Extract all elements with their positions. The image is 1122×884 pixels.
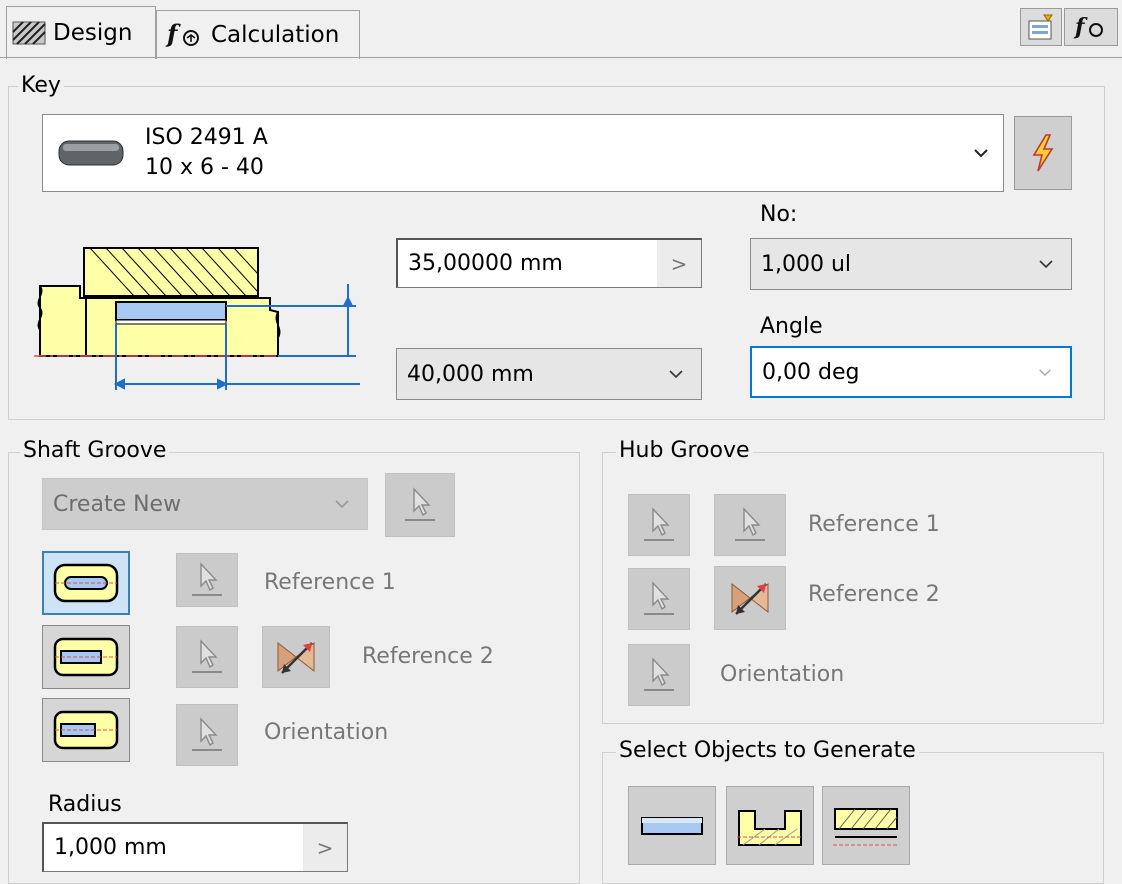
cursor-select-icon bbox=[192, 717, 222, 751]
groove-rounded-icon bbox=[53, 563, 119, 603]
tab-calculation-label: Calculation bbox=[211, 22, 340, 48]
svg-text:f: f bbox=[1073, 14, 1088, 40]
chevron-down-icon bbox=[1020, 368, 1070, 377]
radius-value: 1,000 mm bbox=[54, 835, 167, 860]
chevron-down-icon bbox=[1021, 259, 1071, 269]
cursor-select-icon bbox=[644, 507, 674, 541]
function-icon: f bbox=[165, 19, 199, 48]
auto-select-button[interactable] bbox=[1014, 116, 1072, 190]
settings-button[interactable] bbox=[1020, 8, 1062, 46]
cursor-select-icon bbox=[644, 657, 674, 691]
groove-type-flat-button[interactable] bbox=[42, 698, 130, 762]
generate-shaft-groove-button[interactable] bbox=[726, 786, 814, 865]
tab-divider bbox=[0, 57, 1122, 58]
generate-key-button[interactable] bbox=[628, 786, 716, 865]
key-standard: ISO 2491 A bbox=[145, 125, 268, 150]
chevron-down-icon bbox=[317, 499, 367, 509]
angle-value: 0,00 deg bbox=[762, 359, 860, 385]
hub-flip-button[interactable] bbox=[714, 566, 786, 630]
shaft-orientation-label: Orientation bbox=[264, 720, 389, 745]
angle-label: Angle bbox=[760, 314, 823, 339]
shaft-orientation-button[interactable] bbox=[176, 704, 238, 766]
shaft-reference1-button[interactable] bbox=[176, 553, 238, 607]
generate-group-label: Select Objects to Generate bbox=[616, 738, 919, 764]
radius-label: Radius bbox=[48, 792, 122, 817]
lightning-icon bbox=[1032, 134, 1054, 172]
key-section-diagram bbox=[34, 247, 360, 390]
hatch-icon bbox=[12, 21, 46, 45]
tab-design-label: Design bbox=[53, 20, 133, 46]
function-icon: f bbox=[1073, 14, 1103, 40]
calculation-toggle-button[interactable]: f bbox=[1064, 8, 1118, 46]
number-of-keys-combo[interactable]: 1,000 ul bbox=[750, 238, 1072, 290]
hub-reference1-button-b[interactable] bbox=[714, 494, 786, 556]
key-selector[interactable]: ISO 2491 A 10 x 6 - 40 bbox=[42, 114, 1004, 192]
shaft-reference2-label: Reference 2 bbox=[362, 644, 494, 669]
flip-direction-icon bbox=[277, 641, 315, 674]
shaft-flip-button[interactable] bbox=[262, 626, 330, 688]
key-icon bbox=[641, 816, 703, 835]
shaft-groove-icon bbox=[737, 809, 803, 846]
key-group-label: Key bbox=[18, 73, 64, 99]
angle-combo[interactable]: 0,00 deg bbox=[750, 346, 1072, 398]
shaft-diameter-value: 35,00000 mm bbox=[408, 251, 563, 276]
groove-half-rounded-icon bbox=[53, 637, 119, 677]
cursor-select-icon bbox=[405, 487, 435, 521]
shaft-groove-label: Shaft Groove bbox=[20, 438, 170, 464]
tab-strip: Design f Calculation f bbox=[0, 0, 1122, 59]
cursor-select-icon bbox=[192, 639, 222, 673]
shaft-reference2-button[interactable] bbox=[176, 626, 238, 688]
groove-flat-icon bbox=[53, 710, 119, 750]
shaft-reference1-label: Reference 1 bbox=[264, 570, 396, 595]
groove-type-rounded-both-button[interactable] bbox=[42, 551, 130, 615]
groove-type-rounded-one-button[interactable] bbox=[42, 625, 130, 689]
hub-reference1-label: Reference 1 bbox=[808, 512, 940, 537]
svg-text:f: f bbox=[165, 19, 181, 48]
cursor-select-icon bbox=[644, 581, 674, 615]
generate-hub-groove-button[interactable] bbox=[822, 786, 910, 865]
shaft-diameter-field[interactable]: 35,00000 mm > bbox=[396, 238, 702, 288]
create-new-combo[interactable]: Create New bbox=[42, 478, 368, 530]
settings-icon bbox=[1028, 14, 1053, 40]
chevron-right-icon[interactable]: > bbox=[303, 824, 347, 871]
chevron-down-icon bbox=[651, 369, 701, 379]
hub-orientation-button[interactable] bbox=[628, 644, 690, 706]
key-part-icon bbox=[58, 140, 124, 166]
hub-groove-label: Hub Groove bbox=[616, 438, 753, 464]
key-length-value: 40,000 mm bbox=[407, 361, 534, 387]
hub-reference1-button-a[interactable] bbox=[628, 494, 690, 556]
number-of-keys-value: 1,000 ul bbox=[761, 251, 852, 277]
select-shaft-button[interactable] bbox=[385, 473, 455, 537]
hub-groove-icon bbox=[833, 807, 899, 845]
hub-orientation-label: Orientation bbox=[720, 662, 845, 687]
tab-design[interactable]: Design bbox=[6, 6, 156, 59]
hub-reference2-label: Reference 2 bbox=[808, 582, 940, 607]
chevron-right-icon[interactable]: > bbox=[657, 240, 701, 287]
create-new-value: Create New bbox=[53, 491, 182, 517]
key-length-combo[interactable]: 40,000 mm bbox=[396, 348, 702, 400]
hub-reference2-button[interactable] bbox=[628, 568, 690, 630]
key-size: 10 x 6 - 40 bbox=[145, 155, 264, 180]
cursor-select-icon bbox=[192, 562, 222, 596]
flip-direction-icon bbox=[731, 582, 769, 615]
tab-calculation[interactable]: f Calculation bbox=[156, 10, 360, 59]
chevron-down-icon bbox=[959, 148, 1003, 158]
no-label: No: bbox=[760, 202, 798, 227]
cursor-select-icon bbox=[735, 507, 765, 541]
